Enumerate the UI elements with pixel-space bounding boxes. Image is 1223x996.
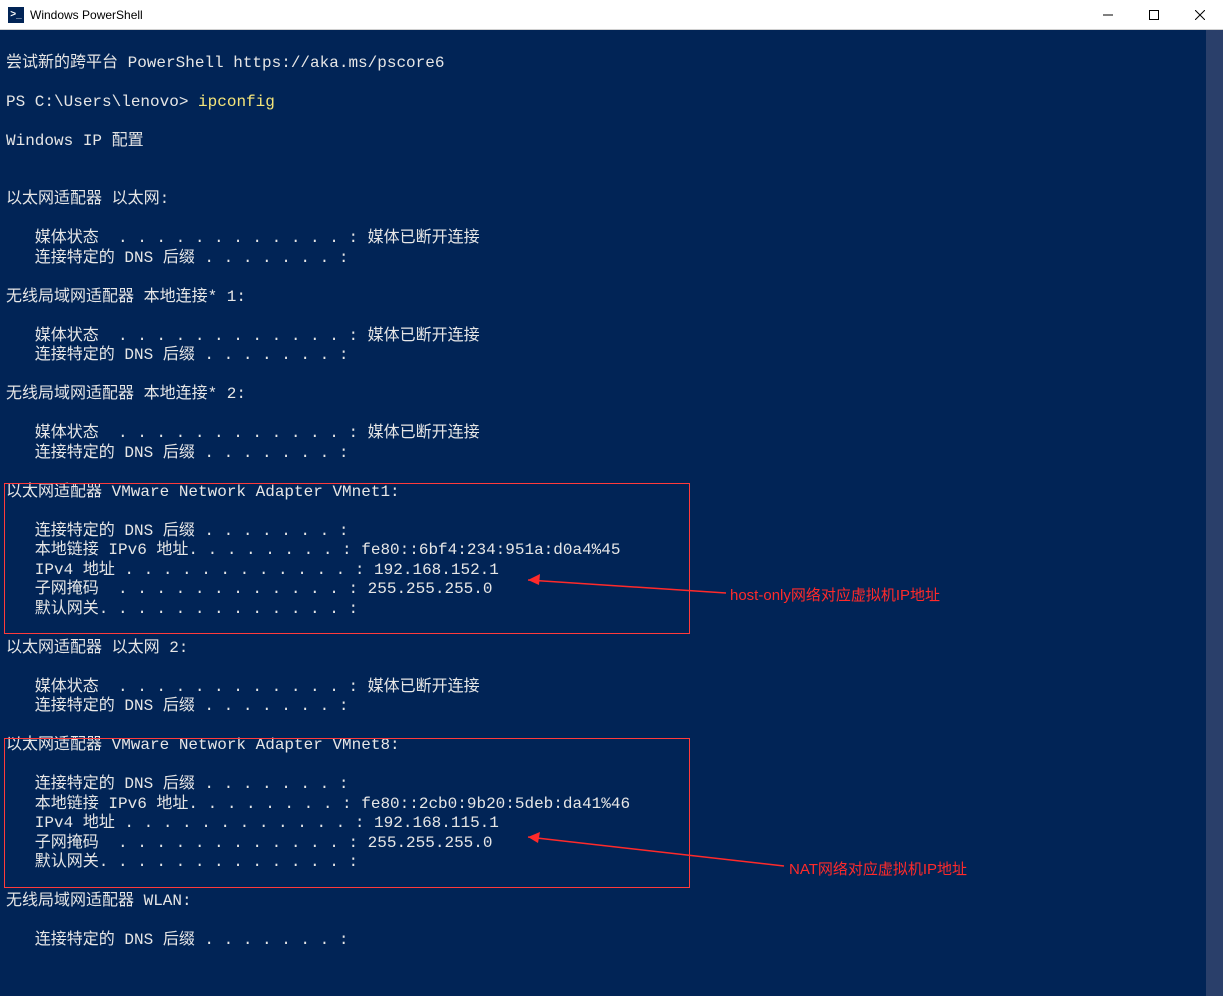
console-line: 连接特定的 DNS 后缀 . . . . . . . : [6,931,1217,951]
console-line [6,756,1217,776]
console-line [6,112,1217,132]
console-line: 以太网适配器 VMware Network Adapter VMnet8: [6,736,1217,756]
console-line: 以太网适配器 VMware Network Adapter VMnet1: [6,483,1217,503]
console-line [6,307,1217,327]
console-line [6,171,1217,191]
console-line [6,268,1217,288]
console-line [6,34,1217,54]
console-line: 本地链接 IPv6 地址. . . . . . . . : fe80::2cb0… [6,795,1217,815]
console-line [6,873,1217,893]
console-line: 无线局域网适配器 本地连接* 2: [6,385,1217,405]
window-title: Windows PowerShell [30,8,143,22]
console-line: 尝试新的跨平台 PowerShell https://aka.ms/pscore… [6,54,1217,74]
console-line [6,502,1217,522]
typed-command: ipconfig [198,93,275,111]
close-button[interactable] [1177,0,1223,30]
window-titlebar: >_ Windows PowerShell [0,0,1223,30]
console-line [6,619,1217,639]
console-line [6,405,1217,425]
console-line [6,366,1217,386]
console-line: IPv4 地址 . . . . . . . . . . . . : 192.16… [6,561,1217,581]
maximize-button[interactable] [1131,0,1177,30]
console-line: 子网掩码 . . . . . . . . . . . . : 255.255.2… [6,834,1217,854]
console-line [6,658,1217,678]
console-line [6,73,1217,93]
powershell-icon: >_ [8,7,24,23]
console-line [6,717,1217,737]
console-line: 以太网适配器 以太网: [6,190,1217,210]
console-line [6,210,1217,230]
console-line: 媒体状态 . . . . . . . . . . . . : 媒体已断开连接 [6,424,1217,444]
console-line: 连接特定的 DNS 后缀 . . . . . . . : [6,697,1217,717]
console-line [6,151,1217,171]
console-line [6,912,1217,932]
console-line: 无线局域网适配器 本地连接* 1: [6,288,1217,308]
console-line: 默认网关. . . . . . . . . . . . . : [6,600,1217,620]
console-line: 子网掩码 . . . . . . . . . . . . : 255.255.2… [6,580,1217,600]
minimize-button[interactable] [1085,0,1131,30]
vertical-scrollbar[interactable] [1206,30,1223,996]
console-line: 媒体状态 . . . . . . . . . . . . : 媒体已断开连接 [6,678,1217,698]
console-output[interactable]: 尝试新的跨平台 PowerShell https://aka.ms/pscore… [0,30,1223,951]
console-line: IPv4 地址 . . . . . . . . . . . . : 192.16… [6,814,1217,834]
minimize-icon [1103,10,1113,20]
maximize-icon [1149,10,1159,20]
console-line: 以太网适配器 以太网 2: [6,639,1217,659]
console-line: 连接特定的 DNS 后缀 . . . . . . . : [6,444,1217,464]
console-line: 本地链接 IPv6 地址. . . . . . . . : fe80::6bf4… [6,541,1217,561]
prompt-prefix: PS C:\Users\lenovo> [6,93,198,111]
prompt-line: PS C:\Users\lenovo> ipconfig [6,93,1217,113]
console-line: 默认网关. . . . . . . . . . . . . : [6,853,1217,873]
console-line: 连接特定的 DNS 后缀 . . . . . . . : [6,249,1217,269]
console-line: 无线局域网适配器 WLAN: [6,892,1217,912]
close-icon [1195,10,1205,20]
console-line: 媒体状态 . . . . . . . . . . . . : 媒体已断开连接 [6,327,1217,347]
console-line: 连接特定的 DNS 后缀 . . . . . . . : [6,346,1217,366]
console-line: 媒体状态 . . . . . . . . . . . . : 媒体已断开连接 [6,229,1217,249]
console-line: 连接特定的 DNS 后缀 . . . . . . . : [6,775,1217,795]
console-line [6,463,1217,483]
console-line: Windows IP 配置 [6,132,1217,152]
console-line: 连接特定的 DNS 后缀 . . . . . . . : [6,522,1217,542]
